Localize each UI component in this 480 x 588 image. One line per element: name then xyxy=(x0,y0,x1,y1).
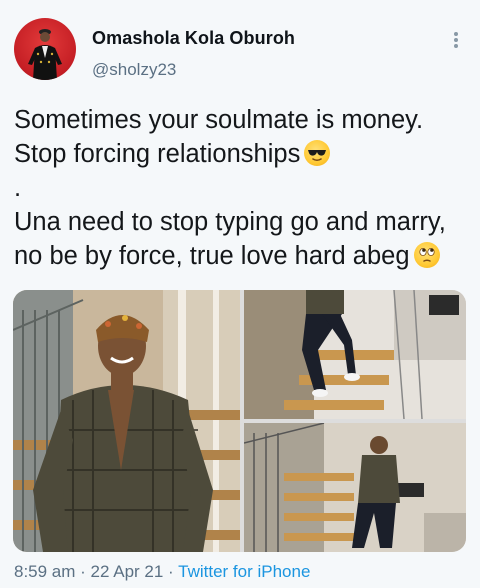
avatar-person-icon xyxy=(28,29,62,80)
eye-roll-emoji-icon xyxy=(413,242,440,268)
photo-3-image xyxy=(244,423,466,552)
photo-1-image xyxy=(13,290,240,552)
photo-2-image xyxy=(244,290,466,419)
more-vertical-icon xyxy=(454,32,458,36)
tweet-line: Sometimes your soulmate is money. xyxy=(14,106,424,134)
tweet-line: no be by force, true love hard abeg xyxy=(14,239,474,273)
tweet-date[interactable]: 22 Apr 21 xyxy=(91,562,164,581)
tweet-line-text: Stop forcing relationships xyxy=(14,140,301,168)
more-options-button[interactable] xyxy=(444,30,468,50)
tweet-card: Omashola Kola Oburoh @sholzy23 Sometimes… xyxy=(0,0,480,588)
author-name[interactable]: Omashola Kola Oburoh xyxy=(92,28,295,49)
photo-2[interactable] xyxy=(244,290,466,419)
separator: · xyxy=(75,562,91,581)
tweet-time[interactable]: 8:59 am xyxy=(14,562,75,581)
tweet-line: Stop forcing relationships xyxy=(14,137,474,171)
tweet-meta: 8:59 am · 22 Apr 21 · Twitter for iPhone xyxy=(14,562,310,582)
tweet-line: . xyxy=(14,174,22,202)
avatar[interactable] xyxy=(14,18,76,80)
tweet-text: Sometimes your soulmate is money. Stop f… xyxy=(14,103,474,273)
author-handle[interactable]: @sholzy23 xyxy=(92,60,176,80)
photo-1[interactable] xyxy=(13,290,240,552)
photo-3[interactable] xyxy=(244,423,466,552)
tweet-line: Una need to stop typing go and marry, xyxy=(14,208,446,236)
more-dot xyxy=(454,38,458,42)
tweet-source-link[interactable]: Twitter for iPhone xyxy=(178,562,310,581)
more-dot xyxy=(454,44,458,48)
sunglasses-emoji-icon xyxy=(304,140,331,166)
tweet-line-text: no be by force, true love hard abeg xyxy=(14,242,410,270)
media-grid[interactable] xyxy=(13,290,466,552)
separator: · xyxy=(163,562,179,581)
